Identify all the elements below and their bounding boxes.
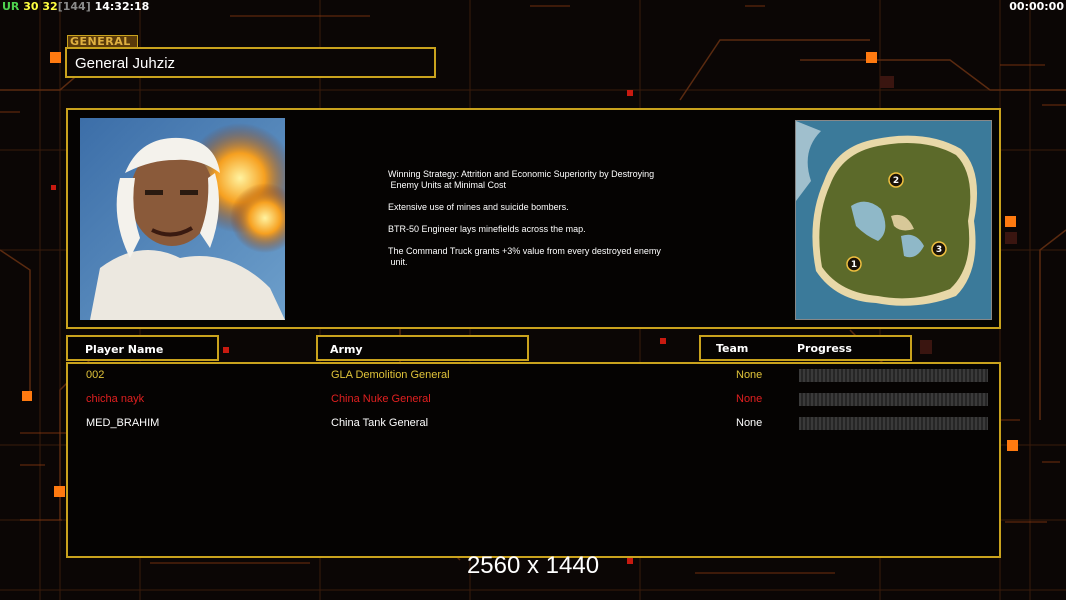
player-row[interactable]: MED_BRAHIM China Tank General None bbox=[68, 415, 999, 433]
player-name: 002 bbox=[86, 369, 105, 381]
description-line: Winning Strategy: Attrition and Economic… bbox=[388, 169, 655, 179]
header-team-progress-box: Team Progress bbox=[699, 335, 912, 361]
description-line: Enemy Units at Minimal Cost bbox=[388, 180, 507, 190]
resolution-label: 2560 x 1440 bbox=[466, 552, 600, 579]
general-portrait bbox=[80, 118, 285, 320]
ur-label: UR bbox=[2, 0, 20, 13]
game-timer: 00:00:00 bbox=[1009, 0, 1064, 13]
progress-bar bbox=[799, 393, 988, 406]
fps-value: 30 bbox=[23, 0, 39, 13]
player-row[interactable]: chicha nayk China Nuke General None bbox=[68, 391, 999, 409]
map-spawn-3: 3 bbox=[936, 245, 942, 255]
player-army: GLA Demolition General bbox=[331, 369, 450, 381]
player-name: MED_BRAHIM bbox=[86, 417, 160, 429]
general-name: General Juhziz bbox=[75, 55, 176, 72]
header-army: Army bbox=[330, 343, 363, 356]
general-description: Winning Strategy: Attrition and Economic… bbox=[388, 169, 708, 268]
header-team: Team bbox=[716, 342, 749, 355]
description-line: The Command Truck grants +3% value from … bbox=[388, 246, 661, 256]
header-player-name: Player Name bbox=[85, 343, 164, 356]
player-list-panel: 002 GLA Demolition General None chicha nayk… bbox=[66, 362, 1001, 558]
player-row[interactable]: 002 GLA Demolition General None bbox=[68, 367, 999, 385]
description-line: BTR-50 Engineer lays minefields across t… bbox=[388, 224, 586, 234]
description-line: Extensive use of mines and suicide bombe… bbox=[388, 202, 569, 212]
player-army: China Nuke General bbox=[331, 393, 431, 405]
player-name: chicha nayk bbox=[86, 393, 145, 405]
progress-bar bbox=[799, 417, 988, 430]
header-player-name-box: Player Name bbox=[66, 335, 219, 361]
fps-limit: 32 bbox=[42, 0, 58, 13]
fps-bracket: [144] bbox=[57, 0, 91, 13]
header-progress: Progress bbox=[797, 342, 852, 355]
general-info-panel: Winning Strategy: Attrition and Economic… bbox=[66, 108, 1001, 329]
player-team: None bbox=[736, 393, 763, 405]
map-spawn-1: 1 bbox=[851, 260, 857, 270]
map-spawn-2: 2 bbox=[893, 176, 899, 186]
description-line: unit. bbox=[388, 257, 408, 267]
header-army-box: Army bbox=[316, 335, 529, 361]
progress-bar bbox=[799, 369, 988, 382]
general-name-box: General Juhziz bbox=[65, 47, 436, 78]
map-preview: 2 1 3 bbox=[795, 120, 992, 320]
hud-fps-clock: UR 30 32[144] 14:32:18 bbox=[2, 0, 149, 14]
player-team: None bbox=[736, 417, 763, 429]
clock: 14:32:18 bbox=[94, 0, 150, 13]
player-team: None bbox=[736, 369, 763, 381]
player-army: China Tank General bbox=[331, 417, 429, 429]
